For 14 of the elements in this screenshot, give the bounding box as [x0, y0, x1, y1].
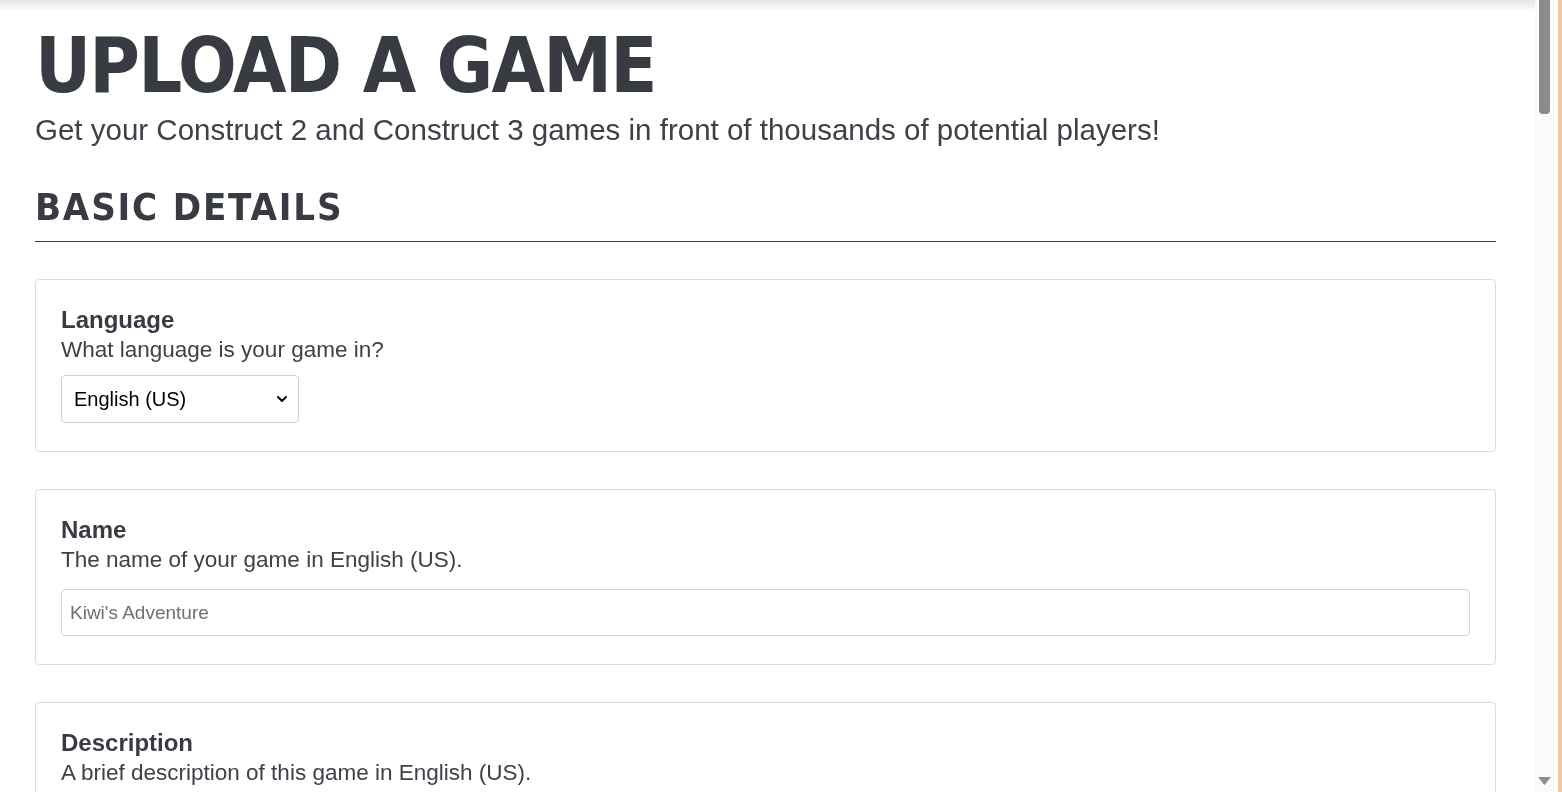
- scroll-down-icon[interactable]: [1538, 777, 1551, 786]
- field-label: Name: [61, 516, 128, 544]
- field-label: Language: [61, 306, 176, 334]
- page-title: UPLOAD A GAME: [35, 22, 656, 110]
- scrollbar-thumb[interactable]: [1539, 0, 1550, 114]
- name-field[interactable]: Kiwi's Adventure: [61, 589, 1470, 636]
- field-hint: The name of your game in English (US).: [61, 547, 464, 573]
- page-subtitle: Get your Construct 2 and Construct 3 games in front of thousands of potential players!: [35, 112, 1161, 148]
- field-hint: What language is your game in?: [61, 337, 385, 363]
- language-dropdown[interactable]: English (US): [61, 375, 299, 423]
- field-hint: A brief description of this game in English (US).: [61, 760, 533, 786]
- field-label: Description: [61, 729, 195, 757]
- scrollbar[interactable]: [1535, 0, 1554, 792]
- section-heading: BASIC DETAILS: [35, 185, 344, 229]
